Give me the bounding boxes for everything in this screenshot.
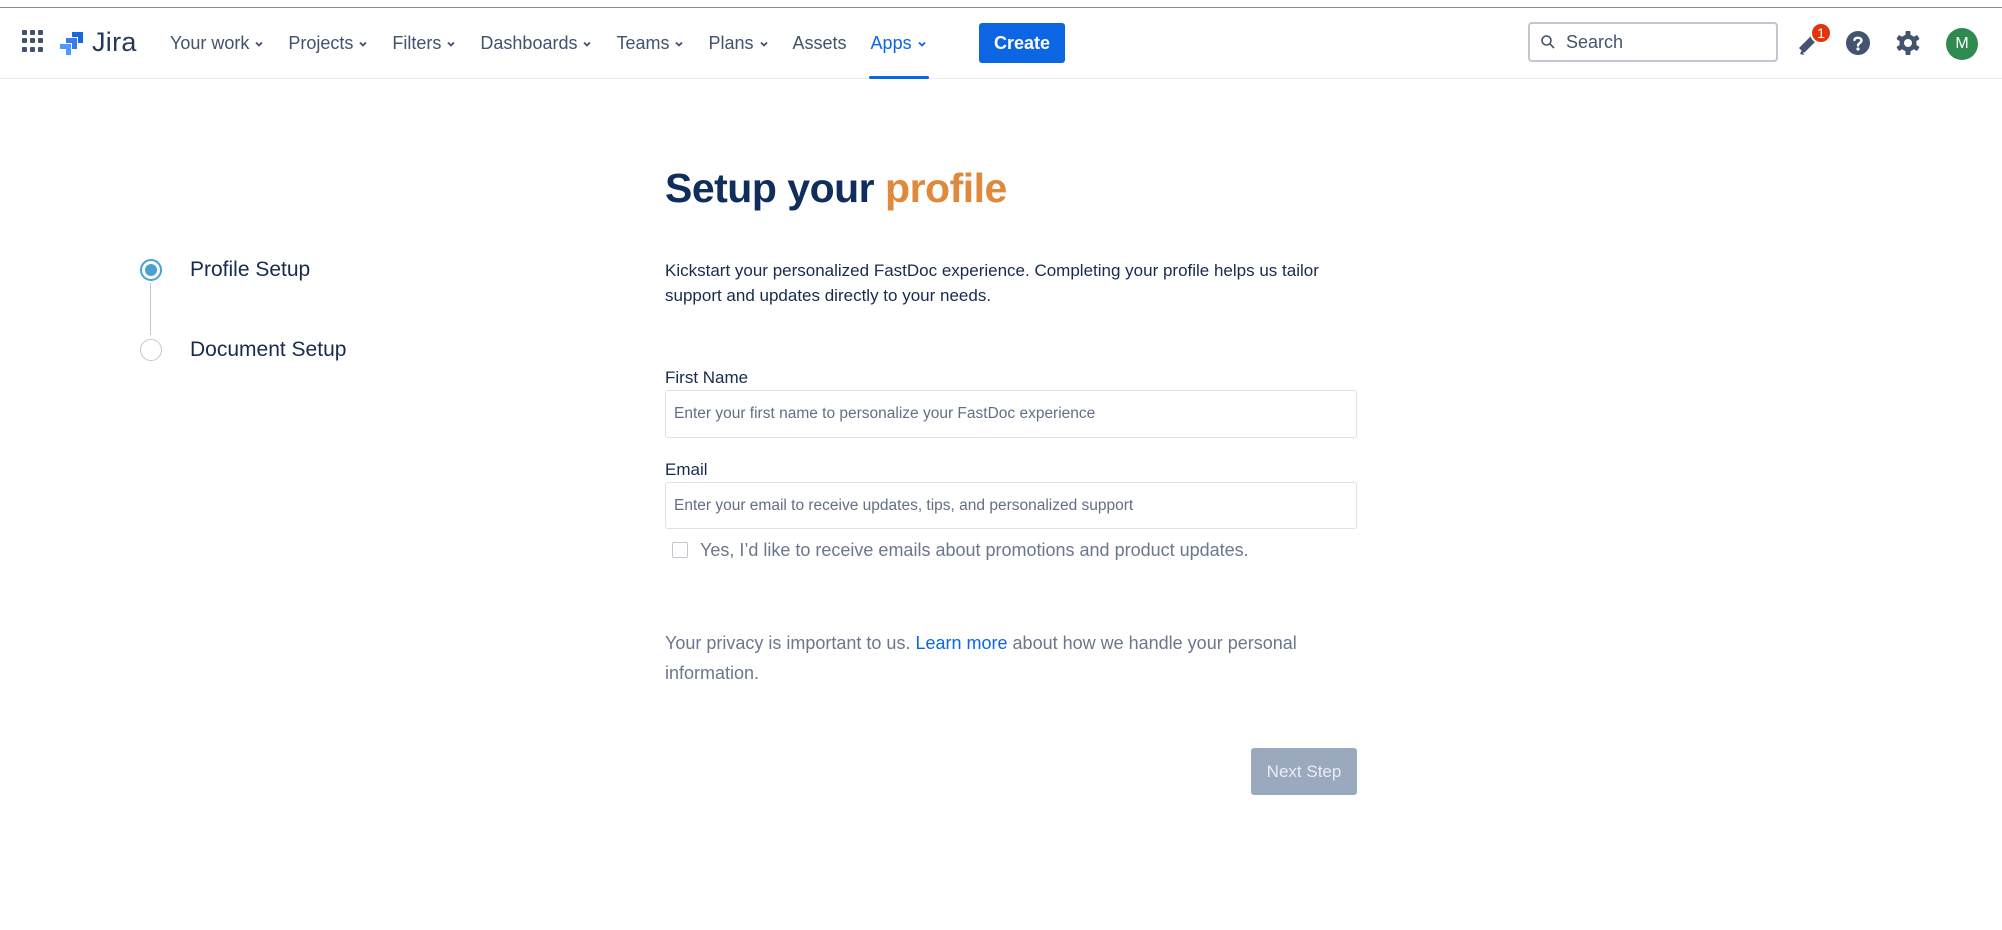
main-nav: Your work Projects Filters Dashboards Te… [170,8,951,79]
chevron-down-icon [675,41,684,47]
promotions-consent-checkbox[interactable] [672,542,688,558]
nav-label: Projects [288,33,354,53]
jira-mark-icon [60,31,83,55]
search-input[interactable] [1564,30,1768,54]
step-label-document-setup[interactable]: Document Setup [190,338,346,362]
nav-label: Teams [616,33,670,53]
nav-label: Your work [170,33,250,53]
settings-button[interactable] [1893,28,1923,63]
app-switcher-grid-icon[interactable] [22,30,44,52]
intro-text: Kickstart your personalized FastDoc expe… [665,261,1319,305]
help-button[interactable] [1843,28,1873,63]
nav-label: Filters [392,33,442,53]
promotions-consent-label[interactable]: Yes, I’d like to receive emails about pr… [700,540,1249,561]
email-label: Email [665,460,708,479]
chevron-down-icon [583,41,592,47]
search-box[interactable] [1528,22,1778,62]
logo-text: Jira [92,27,137,57]
notification-count-badge: 1 [1810,22,1832,44]
privacy-prefix: Your privacy is important to us. [665,633,911,653]
top-navigation-bar: Jira Your work Projects Filters Dashboar… [0,8,2002,79]
first-name-field[interactable] [665,390,1357,438]
nav-teams[interactable]: Teams [616,8,684,79]
nav-label: Dashboards [480,33,578,53]
window-top-border [0,0,2002,8]
first-name-label: First Name [665,368,749,387]
learn-more-link[interactable]: Learn more [915,633,1007,653]
next-step-button[interactable]: Next Step [1251,748,1357,795]
step-indicator-inactive [140,339,162,361]
nav-label: Plans [708,33,754,53]
gear-icon [1896,31,1920,55]
create-button[interactable]: Create [979,23,1065,63]
email-field[interactable] [665,482,1357,529]
page-title: Setup your profile [665,165,1007,212]
user-avatar[interactable]: M [1946,28,1978,60]
stepper-connector-line [150,283,151,335]
step-indicator-active [140,259,162,281]
nav-label: Assets [792,33,847,53]
title-accent: profile [885,165,1007,211]
nav-label: Apps [870,33,912,53]
notifications-button[interactable]: 1 [1794,22,1832,63]
nav-projects[interactable]: Projects [288,8,368,79]
search-icon [1541,35,1555,49]
nav-plans[interactable]: Plans [708,8,768,79]
chevron-down-icon [447,41,456,47]
nav-your-work[interactable]: Your work [170,8,264,79]
nav-apps[interactable]: Apps [868,8,929,79]
nav-dashboards[interactable]: Dashboards [480,8,592,79]
jira-logo[interactable]: Jira [58,27,137,58]
step-label-profile-setup[interactable]: Profile Setup [190,258,310,282]
nav-filters[interactable]: Filters [392,8,456,79]
privacy-notice: Your privacy is important to us. Learn m… [665,628,1345,688]
chevron-down-icon [917,41,926,47]
chevron-down-icon [359,41,368,47]
title-main: Setup your [665,165,875,211]
chevron-down-icon [759,41,768,47]
nav-assets[interactable]: Assets [793,8,847,79]
chevron-down-icon [255,41,264,47]
help-icon [1846,31,1870,55]
